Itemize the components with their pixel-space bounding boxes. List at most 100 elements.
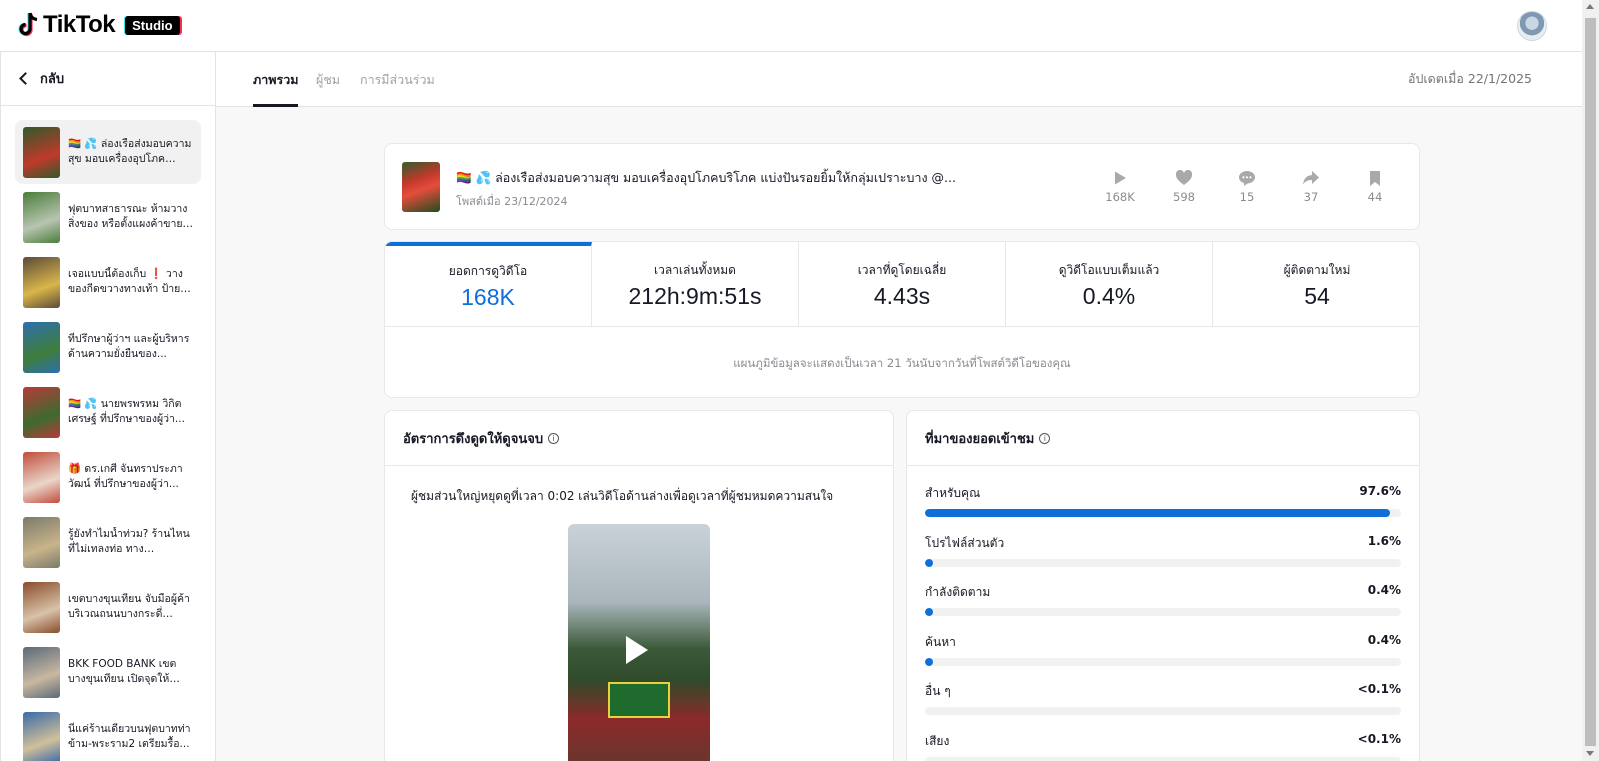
stat-comments-value: 15	[1239, 190, 1255, 204]
comment-icon	[1222, 168, 1272, 188]
source-bar-track	[925, 756, 1401, 761]
metrics-card: ยอดการดูวิดีโอ 168K เวลาเล่นทั้งหมด 212h…	[384, 241, 1420, 398]
heart-icon	[1159, 168, 1209, 188]
source-label: เสียง	[925, 733, 950, 748]
metric-average-watch-time[interactable]: เวลาที่ดูโดยเฉลี่ย 4.43s	[799, 242, 1006, 327]
source-label: สำหรับคุณ	[925, 486, 981, 500]
source-bar-track	[925, 707, 1401, 715]
video-thumbnail	[23, 646, 60, 698]
stat-likes: 598	[1159, 168, 1209, 204]
video-thumbnail	[23, 516, 60, 568]
metric-video-views[interactable]: ยอดการดูวิดีโอ 168K	[385, 242, 592, 327]
sidebar-video-item[interactable]: รู้ยังทำไมน้ำท่วม? ร้านไหนที่ไม่เทลงท่อ …	[15, 510, 201, 574]
scroll-down-icon[interactable]	[1586, 751, 1594, 756]
sidebar: กลับ 🏳️‍🌈 💦 ล่องเรือส่งมอบความสุข มอบเคร…	[0, 52, 216, 761]
page-scrollbar[interactable]	[1582, 0, 1599, 761]
video-title: เขตบางขุนเทียน จับมือผู้ค้าบริเวณถนนบางก…	[68, 593, 190, 620]
video-thumbnail	[23, 386, 60, 438]
source-percent: <0.1%	[1357, 682, 1401, 696]
scroll-up-icon[interactable]	[1586, 4, 1594, 9]
video-thumbnail	[23, 711, 60, 761]
source-percent: 0.4%	[1367, 583, 1401, 597]
metric-watched-full-video[interactable]: ดูวิดีโอแบบเต็มแล้ว 0.4%	[1006, 242, 1213, 327]
video-thumbnail	[23, 126, 60, 178]
sources-header: ที่มาของยอดเข้าชม i	[907, 411, 1419, 466]
traffic-source-row: กำลังติดตาม 0.4%	[925, 583, 1401, 616]
source-label: ค้นหา	[925, 634, 956, 649]
retention-description: ผู้ชมส่วนใหญ่หยุดดูที่เวลา 0:02 เล่นวิดี…	[411, 489, 834, 503]
metric-total-play-time[interactable]: เวลาเล่นทั้งหมด 212h:9m:51s	[592, 242, 799, 327]
metric-label: ผู้ติดตามใหม่	[1283, 263, 1351, 277]
video-thumbnail	[23, 191, 60, 243]
metric-value: 4.43s	[873, 283, 931, 309]
sidebar-video-item[interactable]: 🎁 ดร.เกศี จันทราประภาวัฒน์ ที่ปรึกษาของผ…	[15, 445, 201, 509]
sidebar-video-item[interactable]: 🏳️‍🌈 💦 นายพรพรหม วิกิตเศรษฐ์ ที่ปรึกษาขอ…	[15, 380, 201, 444]
metric-value: 212h:9m:51s	[628, 283, 762, 309]
traffic-source-row: ค้นหา 0.4%	[925, 633, 1401, 666]
video-title: ฟุตบาทสาธารณะ ห้ามวางสิ่งของ หรือตั้งแผง…	[68, 203, 188, 230]
video-thumbnail	[23, 256, 60, 308]
updated-date: อัปเดตเมื่อ 22/1/2025	[1407, 71, 1532, 86]
source-label: กำลังติดตาม	[925, 585, 991, 599]
info-icon[interactable]: i	[548, 432, 560, 444]
stat-comments: 15	[1222, 168, 1272, 204]
sidebar-video-item[interactable]: BKK FOOD BANK เขตบางขุนเทียน เปิดจุดให้บ…	[15, 640, 201, 704]
post-thumbnail[interactable]	[402, 162, 440, 212]
post-title: 🏳️‍🌈 💦 ล่องเรือส่งมอบความสุข มอบเครื่องอ…	[456, 170, 956, 185]
info-icon[interactable]: i	[1039, 432, 1051, 444]
sidebar-video-item[interactable]: ฟุตบาทสาธารณะ ห้ามวางสิ่งของ หรือตั้งแผง…	[15, 185, 201, 249]
retention-header: อัตราการดึงดูดให้ดูจนจบ i	[385, 411, 893, 466]
tab-overview[interactable]: ภาพรวม	[253, 70, 299, 107]
video-title: 🏳️‍🌈 💦 นายพรพรหม วิกิตเศรษฐ์ ที่ปรึกษาขอ…	[68, 398, 185, 425]
traffic-source-row: เสียง <0.1%	[925, 732, 1401, 761]
sidebar-video-item[interactable]: ที่ปรึกษาผู้ว่าฯ และผู้บริหารด้านความยั่…	[15, 315, 201, 379]
metric-label: ยอดการดูวิดีโอ	[448, 264, 528, 278]
sidebar-video-item[interactable]: เจอแบบนี้ต้องเก็บ ❗ วางของกีดขวางทางเท้า…	[15, 250, 201, 314]
stat-likes-value: 598	[1173, 190, 1195, 204]
tiktok-studio-logo[interactable]: TikTok Studio	[18, 11, 180, 39]
metric-label: เวลาที่ดูโดยเฉลี่ย	[857, 263, 947, 277]
source-bar-fill	[925, 509, 1390, 517]
scroll-thumb[interactable]	[1585, 18, 1596, 746]
source-label: โปรไฟล์ส่วนตัว	[925, 535, 1005, 550]
play-icon[interactable]	[626, 636, 648, 664]
stat-saves-value: 44	[1367, 190, 1383, 204]
avatar[interactable]	[1517, 11, 1547, 41]
video-title: ที่ปรึกษาผู้ว่าฯ และผู้บริหารด้านความยั่…	[68, 333, 190, 360]
metric-value: 54	[1304, 283, 1330, 309]
video-title: BKK FOOD BANK เขตบางขุนเทียน เปิดจุดให้บ…	[68, 658, 177, 685]
source-percent: 1.6%	[1367, 533, 1401, 548]
tabs-bar: ภาพรวม ผู้ชม การมีส่วนร่วม อัปเดตเมื่อ 2…	[216, 52, 1582, 107]
tab-audience[interactable]: ผู้ชม	[316, 70, 340, 107]
source-bar-track	[925, 509, 1401, 517]
retention-title: อัตราการดึงดูดให้ดูจนจบ	[403, 431, 544, 447]
source-percent: 97.6%	[1359, 484, 1401, 498]
source-label: อื่น ๆ	[925, 684, 951, 698]
metrics-note: แผนภูมิข้อมูลจะแสดงเป็นเวลา 21 วันนับจาก…	[733, 356, 1071, 370]
metric-label: เวลาเล่นทั้งหมด	[654, 263, 736, 277]
video-title: รู้ยังทำไมน้ำท่วม? ร้านไหนที่ไม่เทลงท่อ …	[68, 528, 190, 555]
sources-title: ที่มาของยอดเข้าชม	[925, 431, 1035, 447]
traffic-source-row: โปรไฟล์ส่วนตัว 1.6%	[925, 534, 1401, 567]
retention-card: อัตราการดึงดูดให้ดูจนจบ i ผู้ชมส่วนใหญ่ห…	[384, 410, 894, 761]
source-bar-track	[925, 558, 1401, 567]
stat-views-value: 168K	[1105, 190, 1135, 204]
sidebar-video-item[interactable]: นี่แค่ร้านเดียวบนฟุตบาทท่าข้าม-พระราม2 เ…	[15, 705, 201, 761]
metric-new-followers[interactable]: ผู้ติดตามใหม่ 54	[1213, 242, 1419, 327]
tab-engagement[interactable]: การมีส่วนร่วม	[360, 70, 435, 107]
back-button[interactable]: กลับ	[1, 52, 215, 106]
video-title: นี่แค่ร้านเดียวบนฟุตบาทท่าข้าม-พระราม2 เ…	[68, 723, 191, 750]
studio-badge: Studio	[125, 15, 180, 35]
bookmark-icon	[1350, 168, 1400, 188]
sidebar-video-item[interactable]: เขตบางขุนเทียน จับมือผู้ค้าบริเวณถนนบางก…	[15, 575, 201, 639]
video-player[interactable]	[568, 524, 710, 761]
source-bar-track	[925, 608, 1401, 616]
video-thumbnail	[23, 581, 60, 633]
metric-value: 0.4%	[1082, 283, 1136, 309]
video-thumbnail	[23, 451, 60, 503]
logo-text: TikTok	[43, 11, 116, 38]
metric-label: ดูวิดีโอแบบเต็มแล้ว	[1058, 263, 1160, 277]
source-percent: <0.1%	[1357, 731, 1401, 746]
share-icon	[1286, 168, 1336, 188]
sidebar-video-item[interactable]: 🏳️‍🌈 💦 ล่องเรือส่งมอบความสุข มอบเครื่องอ…	[15, 120, 201, 184]
